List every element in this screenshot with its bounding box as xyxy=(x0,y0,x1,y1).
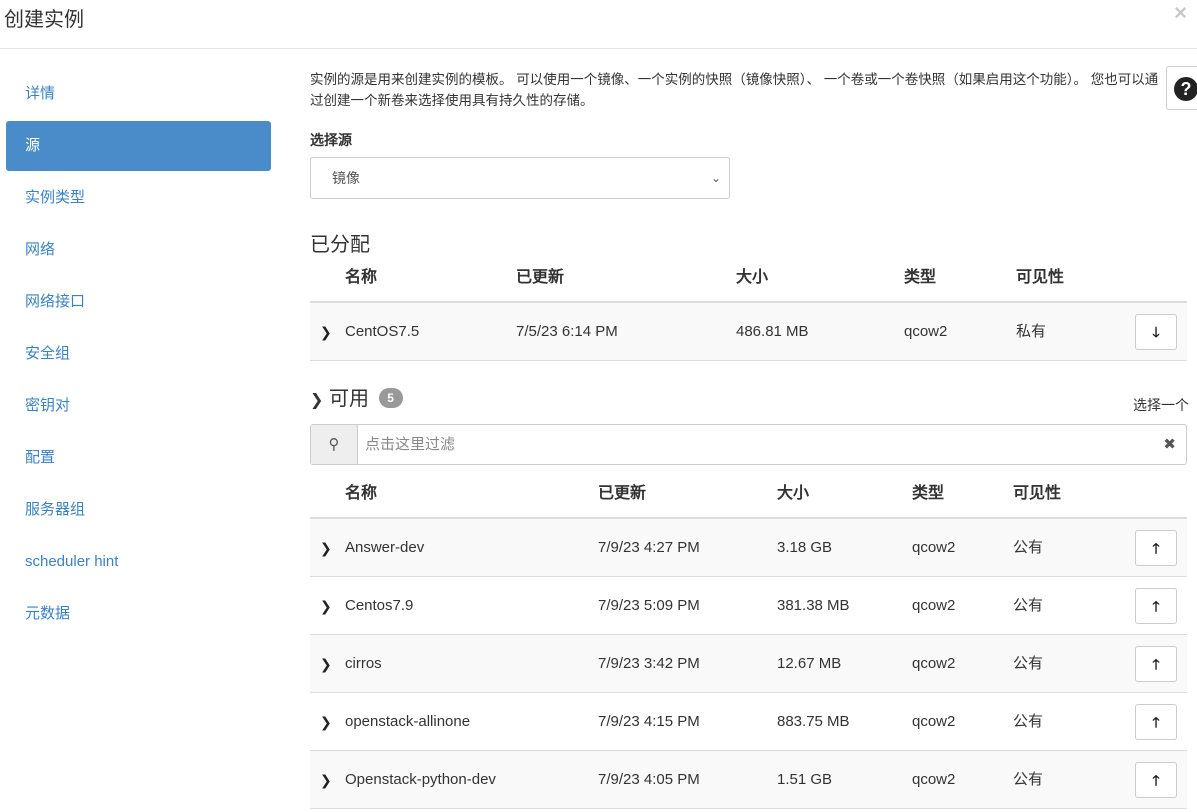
sidebar-item-security-groups[interactable]: 安全组 xyxy=(6,328,271,380)
column-header-visibility[interactable]: 可见性 xyxy=(1016,252,1064,303)
row-size: 486.81 MB xyxy=(736,323,809,340)
row-name: Centos7.9 xyxy=(345,597,414,614)
allocate-button[interactable]: 🡑 xyxy=(1135,646,1177,682)
row-type: qcow2 xyxy=(912,771,956,788)
table-header: 名称 已更新 大小 类型 可见性 xyxy=(310,468,1187,519)
row-type: qcow2 xyxy=(912,597,956,614)
arrow-up-icon: 🡑 xyxy=(1152,540,1160,556)
row-visibility: 公有 xyxy=(1013,597,1044,614)
chevron-right-icon[interactable]: ❯ xyxy=(320,751,332,809)
row-updated: 7/5/23 6:14 PM xyxy=(516,323,618,340)
arrow-down-icon: 🡓 xyxy=(1152,324,1160,340)
row-updated: 7/9/23 4:27 PM xyxy=(598,539,700,556)
chevron-right-icon[interactable]: ❯ xyxy=(320,303,332,361)
filter-input[interactable]: 点击这里过滤 xyxy=(365,425,455,464)
column-header-type[interactable]: 类型 xyxy=(912,468,944,519)
row-name: cirros xyxy=(345,655,382,672)
row-name: openstack-allinone xyxy=(345,713,471,730)
available-title: 可用 xyxy=(328,388,369,410)
close-icon[interactable]: × xyxy=(1174,0,1187,26)
sidebar-item-details[interactable]: 详情 xyxy=(6,68,271,120)
modal-title: 创建实例 xyxy=(4,9,84,31)
allocate-button[interactable]: 🡑 xyxy=(1135,762,1177,798)
clear-filter-icon[interactable]: ✖ xyxy=(1163,425,1176,464)
chevron-right-icon[interactable]: ❯ xyxy=(320,519,332,577)
table-row: ❯ Centos7.9 7/9/23 5:09 PM 381.38 MB qco… xyxy=(310,577,1187,635)
sidebar-item-server-groups[interactable]: 服务器组 xyxy=(6,484,271,536)
row-name: Answer-dev xyxy=(345,539,425,556)
row-visibility: 私有 xyxy=(1016,323,1047,340)
column-header-name[interactable]: 名称 xyxy=(345,252,377,303)
table-header: 名称 已更新 大小 类型 可见性 xyxy=(310,252,1187,303)
chevron-right-icon[interactable]: ❯ xyxy=(320,693,332,751)
row-updated: 7/9/23 3:42 PM xyxy=(598,655,700,672)
row-size: 12.67 MB xyxy=(777,655,842,672)
column-header-updated[interactable]: 已更新 xyxy=(516,252,564,303)
sidebar-item-key-pair[interactable]: 密钥对 xyxy=(6,380,271,432)
arrow-up-icon: 🡑 xyxy=(1152,772,1160,788)
sidebar-item-flavor[interactable]: 实例类型 xyxy=(6,172,271,224)
allocate-button[interactable]: 🡑 xyxy=(1135,588,1177,624)
wizard-sidebar: 详情 源 实例类型 网络 网络接口 安全组 密钥对 配置 服务器组 schedu… xyxy=(0,68,276,640)
select-source-label: 选择源 xyxy=(310,132,352,148)
row-visibility: 公有 xyxy=(1013,713,1044,730)
row-type: qcow2 xyxy=(912,713,956,730)
chevron-down-icon: ❯ xyxy=(310,392,324,409)
row-visibility: 公有 xyxy=(1013,655,1044,672)
chevron-down-icon: ⌄ xyxy=(710,171,721,185)
table-row: ❯ Openstack-python-dev 7/9/23 4:05 PM 1.… xyxy=(310,751,1187,809)
select-one-hint: 选择一个 xyxy=(1133,397,1189,413)
row-updated: 7/9/23 4:05 PM xyxy=(598,771,700,788)
row-type: qcow2 xyxy=(912,655,956,672)
table-row: ❯ Answer-dev 7/9/23 4:27 PM 3.18 GB qcow… xyxy=(310,519,1187,577)
row-name: CentOS7.5 xyxy=(345,323,420,340)
chevron-right-icon[interactable]: ❯ xyxy=(320,577,332,635)
row-type: qcow2 xyxy=(904,323,948,340)
column-header-name[interactable]: 名称 xyxy=(345,468,377,519)
column-header-size[interactable]: 大小 xyxy=(736,252,768,303)
question-circle-icon: ? xyxy=(1174,77,1197,101)
sidebar-item-scheduler-hints[interactable]: scheduler hint xyxy=(6,536,271,588)
row-size: 1.51 GB xyxy=(777,771,833,788)
sidebar-item-configuration[interactable]: 配置 xyxy=(6,432,271,484)
column-header-type[interactable]: 类型 xyxy=(904,252,936,303)
select-source-value: 镜像 xyxy=(332,170,360,186)
column-header-size[interactable]: 大小 xyxy=(777,468,809,519)
table-row: ❯ openstack-allinone 7/9/23 4:15 PM 883.… xyxy=(310,693,1187,751)
row-updated: 7/9/23 5:09 PM xyxy=(598,597,700,614)
deallocate-button[interactable]: 🡓 xyxy=(1135,314,1177,350)
row-visibility: 公有 xyxy=(1013,539,1044,556)
table-row: ❯ cirros 7/9/23 3:42 PM 12.67 MB qcow2 公… xyxy=(310,635,1187,693)
chevron-right-icon[interactable]: ❯ xyxy=(320,635,332,693)
arrow-up-icon: 🡑 xyxy=(1152,714,1160,730)
available-table: 名称 已更新 大小 类型 可见性 ❯ Answer-dev 7/9/23 4:2… xyxy=(310,468,1187,809)
help-button[interactable]: ? xyxy=(1166,66,1197,110)
row-type: qcow2 xyxy=(912,539,956,556)
row-size: 3.18 GB xyxy=(777,539,833,556)
sidebar-item-metadata[interactable]: 元数据 xyxy=(6,588,271,640)
row-size: 883.75 MB xyxy=(777,713,850,730)
arrow-up-icon: 🡑 xyxy=(1152,598,1160,614)
intro-text: 实例的源是用来创建实例的模板。 可以使用一个镜像、一个实例的快照（镜像快照）、 … xyxy=(310,72,1159,108)
available-title-group[interactable]: ❯ 可用 5 xyxy=(310,382,403,411)
row-size: 381.38 MB xyxy=(777,597,850,614)
allocate-button[interactable]: 🡑 xyxy=(1135,704,1177,740)
column-header-updated[interactable]: 已更新 xyxy=(598,468,646,519)
search-icon: ⚲ xyxy=(311,425,358,464)
arrow-up-icon: 🡑 xyxy=(1152,656,1160,672)
sidebar-item-networks[interactable]: 网络 xyxy=(6,224,271,276)
select-source-dropdown[interactable]: 镜像 ⌄ xyxy=(310,157,730,199)
row-name: Openstack-python-dev xyxy=(345,771,496,788)
sidebar-item-network-ports[interactable]: 网络接口 xyxy=(6,276,271,328)
allocated-table: 名称 已更新 大小 类型 可见性 ❯ CentOS7.5 7/5/23 6:14… xyxy=(310,252,1187,361)
column-header-visibility[interactable]: 可见性 xyxy=(1013,468,1061,519)
available-count-badge: 5 xyxy=(378,388,403,408)
row-updated: 7/9/23 4:15 PM xyxy=(598,713,700,730)
filter-bar: ⚲ 点击这里过滤 ✖ xyxy=(310,424,1187,465)
sidebar-item-source[interactable]: 源 xyxy=(6,121,271,171)
row-visibility: 公有 xyxy=(1013,771,1044,788)
table-row: ❯ CentOS7.5 7/5/23 6:14 PM 486.81 MB qco… xyxy=(310,303,1187,361)
modal-header: 创建实例 × xyxy=(0,0,1197,49)
allocate-button[interactable]: 🡑 xyxy=(1135,530,1177,566)
